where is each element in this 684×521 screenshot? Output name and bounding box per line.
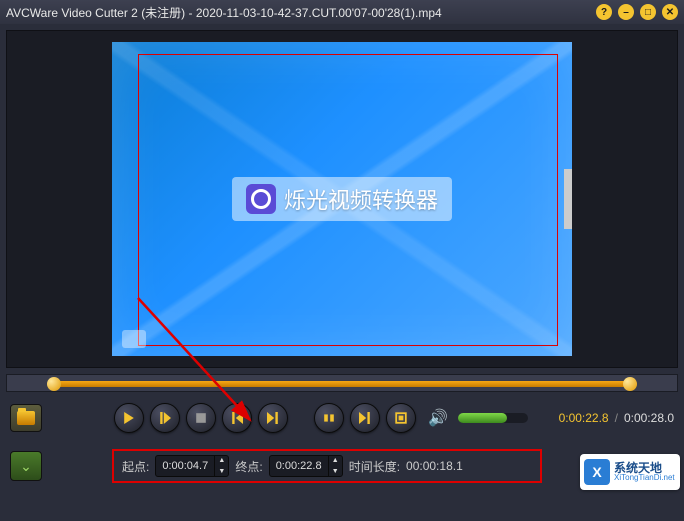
start-up-icon[interactable]: ▲	[215, 455, 228, 466]
timeline-start-handle[interactable]	[47, 377, 61, 391]
minimize-button[interactable]: –	[618, 4, 634, 20]
set-end-button[interactable]	[350, 403, 380, 433]
stop-button[interactable]	[186, 403, 216, 433]
duration-value: 00:00:18.1	[406, 459, 463, 473]
timeline[interactable]	[6, 374, 678, 392]
duration-label: 时间长度:	[349, 458, 400, 475]
prev-frame-button[interactable]	[222, 403, 252, 433]
end-down-icon[interactable]: ▼	[329, 466, 342, 477]
camera-icon	[122, 330, 146, 348]
start-time-value: 0:00:04.7	[156, 460, 214, 472]
cut-panel: 起点: 0:00:04.7 ▲▼ 终点: 0:00:22.8 ▲▼ 时间长度: …	[112, 449, 542, 483]
expand-button[interactable]: ⌄	[10, 451, 42, 481]
video-watermark: 烁光视频转换器	[232, 177, 452, 221]
folder-icon	[17, 411, 35, 425]
end-up-icon[interactable]: ▲	[329, 455, 342, 466]
watermark-text: 烁光视频转换器	[284, 183, 438, 215]
timeline-end-handle[interactable]	[623, 377, 637, 391]
start-label: 起点:	[122, 458, 149, 475]
set-start-button[interactable]	[150, 403, 180, 433]
maximize-button[interactable]: □	[640, 4, 656, 20]
play-button[interactable]	[114, 403, 144, 433]
time-display: 0:00:22.8 / 0:00:28.0	[559, 411, 674, 425]
snapshot-button[interactable]	[386, 403, 416, 433]
end-time-value: 0:00:22.8	[270, 460, 328, 472]
end-time-spinner[interactable]: 0:00:22.8 ▲▼	[269, 455, 343, 477]
site-name-en: XiTongTianDi.net	[614, 474, 675, 482]
next-frame-button[interactable]	[258, 403, 288, 433]
open-file-button[interactable]	[10, 404, 42, 432]
speaker-icon[interactable]: 🔊	[428, 408, 448, 428]
site-watermark: 系统天地 XiTongTianDi.net	[580, 454, 680, 490]
end-label: 终点:	[235, 458, 262, 475]
total-time: 0:00:28.0	[624, 411, 674, 425]
chevron-down-icon: ⌄	[20, 458, 32, 475]
window-title: AVCWare Video Cutter 2 (未注册) - 2020-11-0…	[6, 4, 596, 21]
controls-row: 🔊 0:00:22.8 / 0:00:28.0	[6, 398, 678, 438]
video-frame[interactable]: 烁光视频转换器	[112, 42, 572, 356]
timeline-range	[47, 381, 637, 387]
start-time-spinner[interactable]: 0:00:04.7 ▲▼	[155, 455, 229, 477]
help-button[interactable]: ?	[596, 4, 612, 20]
volume-slider[interactable]	[458, 413, 528, 423]
side-handle[interactable]	[564, 169, 572, 229]
video-preview-area: 烁光视频转换器	[6, 30, 678, 368]
cut-button[interactable]	[314, 403, 344, 433]
titlebar: AVCWare Video Cutter 2 (未注册) - 2020-11-0…	[0, 0, 684, 24]
watermark-logo-icon	[246, 184, 276, 214]
start-down-icon[interactable]: ▼	[215, 466, 228, 477]
close-button[interactable]: ✕	[662, 4, 678, 20]
bottom-row: ⌄ 起点: 0:00:04.7 ▲▼ 终点: 0:00:22.8 ▲▼ 时间长度…	[6, 444, 678, 488]
current-time: 0:00:22.8	[559, 411, 609, 425]
time-separator: /	[615, 411, 618, 425]
site-logo-icon	[584, 459, 610, 485]
volume-fill	[458, 413, 507, 423]
